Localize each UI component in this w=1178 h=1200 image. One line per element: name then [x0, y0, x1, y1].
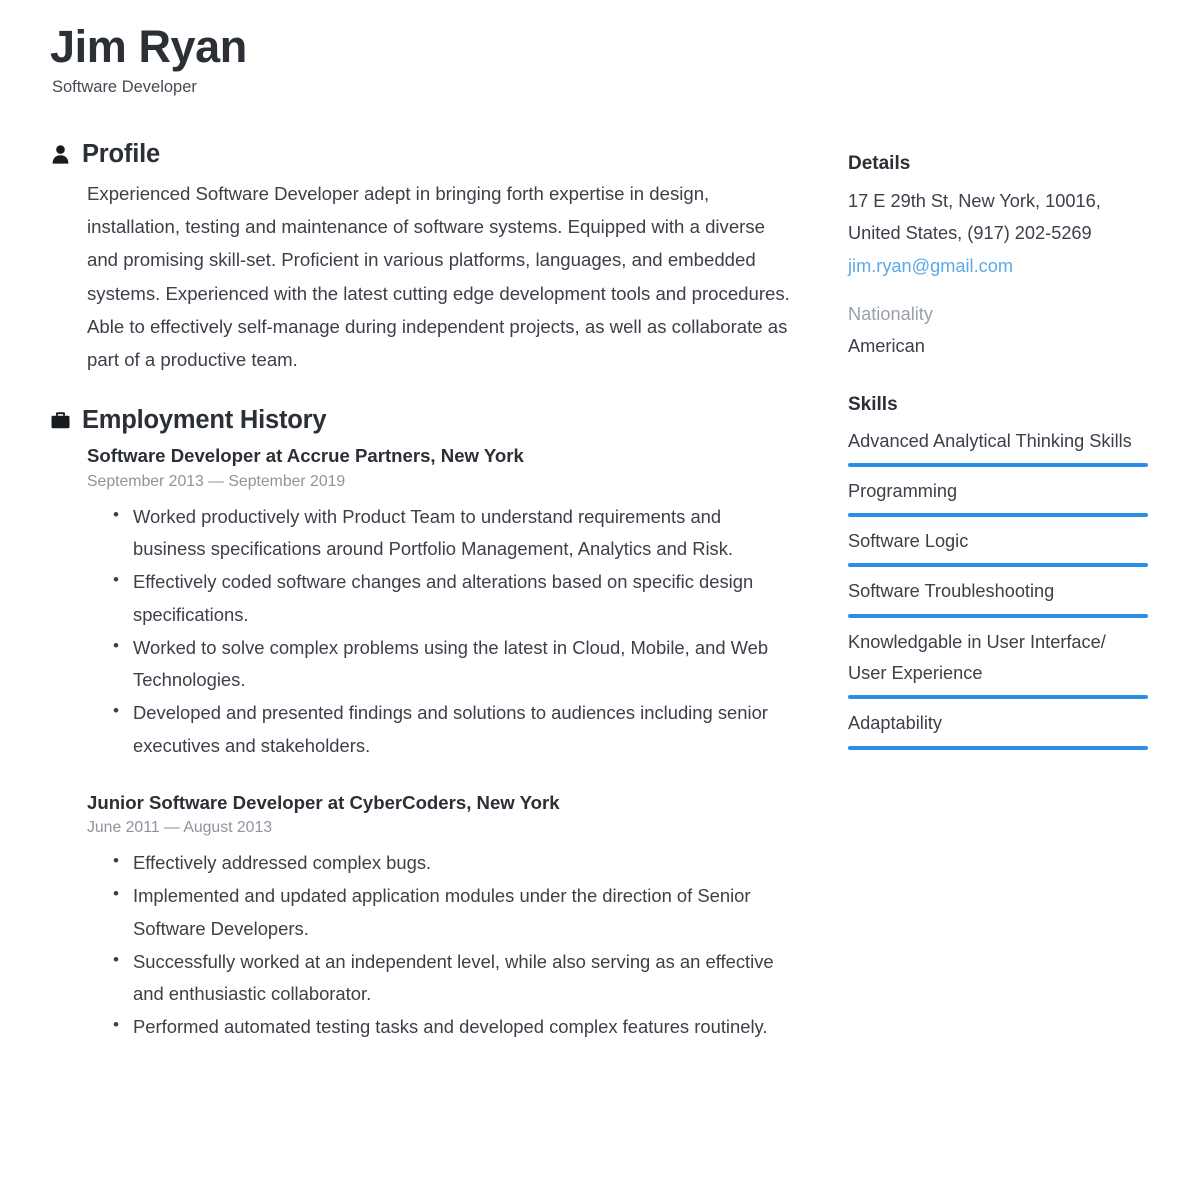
- employment-entry: Software Developer at Accrue Partners, N…: [87, 443, 798, 763]
- address-line-1: 17 E 29th St, New York, 10016,: [848, 190, 1101, 211]
- person-icon: [50, 143, 70, 165]
- skill-name: Programming: [848, 480, 958, 501]
- skill-name: Software Logic: [848, 531, 969, 552]
- skill-name: Software Troubleshooting: [848, 581, 1055, 602]
- list-item: Worked to solve complex problems using t…: [87, 631, 798, 698]
- employment-section: Employment History Software Developer at…: [50, 406, 798, 1044]
- employment-heading: Employment History: [82, 405, 327, 434]
- skill-item: Software Logic: [848, 526, 1148, 568]
- profile-section: Profile Experienced Software Developer a…: [50, 140, 798, 376]
- page-title: Jim Ryan: [50, 21, 247, 72]
- header-subtitle: Software Developer: [52, 78, 197, 97]
- employment-entry: Junior Software Developer at CyberCoders…: [87, 790, 798, 1044]
- employment-entry-bullets: Worked productively with Product Team to…: [87, 500, 798, 763]
- nationality-value: American: [848, 336, 925, 357]
- list-item: Effectively coded software changes and a…: [87, 565, 798, 632]
- skill-level-bar: [848, 613, 1148, 618]
- nationality-label: Nationality: [848, 304, 933, 325]
- sidebar-column: Details 17 E 29th St, New York, 10016, U…: [848, 140, 1148, 779]
- list-item: Effectively addressed complex bugs.: [87, 846, 798, 880]
- briefcase-icon: [50, 409, 70, 431]
- resume-page: Jim Ryan Software Developer Profile Expe…: [0, 0, 1178, 1200]
- skill-level-bar: [848, 513, 1148, 518]
- skill-item: Knowledgable in User Interface/ User Exp…: [848, 627, 1148, 700]
- skill-level-bar: [848, 745, 1148, 750]
- profile-section-header: Profile: [50, 140, 798, 168]
- main-column: Profile Experienced Software Developer a…: [50, 140, 798, 1074]
- skill-item: Programming: [848, 476, 1148, 518]
- details-section: Details 17 E 29th St, New York, 10016, U…: [848, 152, 1148, 363]
- profile-text: Experienced Software Developer adept in …: [87, 183, 790, 370]
- skills-list: Advanced Analytical Thinking Skills Prog…: [848, 426, 1148, 750]
- address-line-2: United States, (917) 202-5269: [848, 223, 1092, 244]
- skills-section: Skills Advanced Analytical Thinking Skil…: [848, 393, 1148, 750]
- employment-entry-dates: September 2013 — September 2019: [87, 472, 346, 490]
- details-spacer: [848, 282, 1148, 298]
- details-heading: Details: [848, 153, 911, 175]
- skill-name: Advanced Analytical Thinking Skills: [848, 430, 1132, 451]
- employment-entry-title: Software Developer at Accrue Partners, N…: [87, 444, 524, 466]
- skill-level-bar: [848, 462, 1148, 467]
- list-item: Implemented and updated application modu…: [87, 879, 798, 946]
- employment-entry-title: Junior Software Developer at CyberCoders…: [87, 791, 560, 813]
- list-item: Developed and presented findings and sol…: [87, 696, 798, 763]
- skill-name: Knowledgable in User Interface/ User Exp…: [848, 631, 1106, 683]
- resume-columns: Profile Experienced Software Developer a…: [0, 140, 1178, 1074]
- employment-section-header: Employment History: [50, 406, 798, 434]
- list-item: Successfully worked at an independent le…: [87, 945, 798, 1012]
- email-link[interactable]: jim.ryan@gmail.com: [848, 250, 1013, 282]
- employment-entry-bullets: Effectively addressed complex bugs. Impl…: [87, 846, 798, 1044]
- resume-header: Jim Ryan Software Developer: [0, 0, 1178, 98]
- list-item: Worked productively with Product Team to…: [87, 500, 798, 567]
- skill-level-bar: [848, 563, 1148, 568]
- skills-heading: Skills: [848, 393, 898, 415]
- profile-heading: Profile: [82, 140, 160, 169]
- skill-item: Software Troubleshooting: [848, 576, 1148, 618]
- skill-item: Adaptability: [848, 708, 1148, 750]
- list-item: Performed automated testing tasks and de…: [87, 1010, 798, 1044]
- skill-item: Advanced Analytical Thinking Skills: [848, 426, 1148, 467]
- skill-name: Adaptability: [848, 713, 943, 734]
- employment-entry-dates: June 2011 — August 2013: [87, 819, 273, 837]
- skill-level-bar: [848, 695, 1148, 700]
